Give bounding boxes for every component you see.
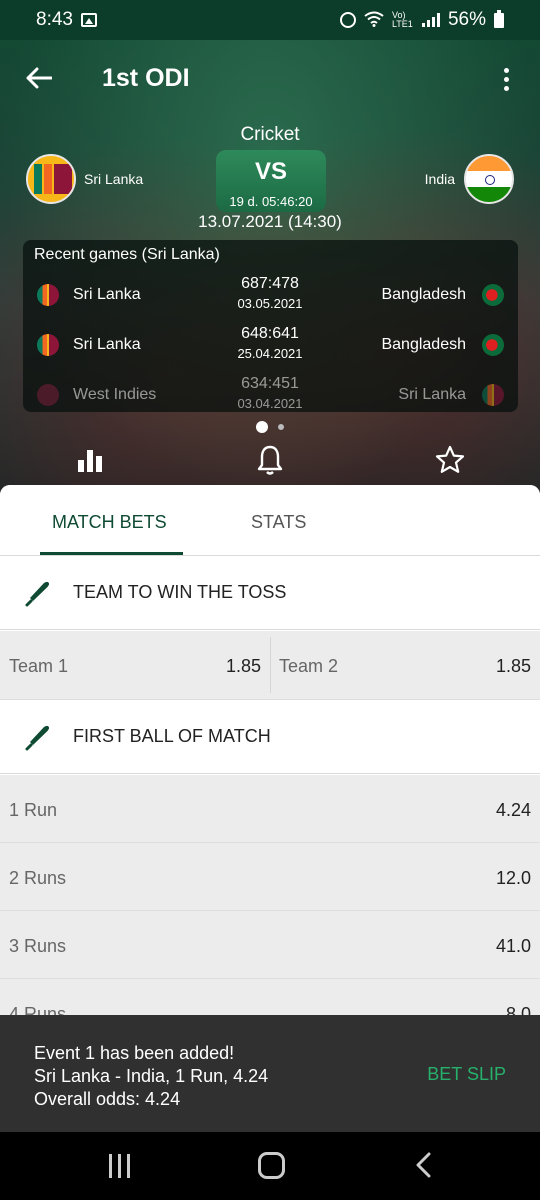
odds-row: Team 1 1.85 Team 2 1.85 <box>0 631 540 700</box>
snackbar-message: Event 1 has been added! Sri Lanka - Indi… <box>34 1042 268 1111</box>
recent-games-card[interactable]: Recent games (Sri Lanka) Sri Lanka 687:4… <box>23 240 518 412</box>
battery-percent: 56% <box>447 9 486 30</box>
india-flag-icon <box>464 154 514 204</box>
bet-added-snackbar: Event 1 has been added! Sri Lanka - Indi… <box>0 1015 540 1132</box>
recent-date: 03.04.2021 <box>237 396 303 411</box>
sri-lanka-flag-icon <box>482 384 504 406</box>
outcome-odds: 4.24 <box>495 800 531 820</box>
away-team-name: India <box>424 171 455 187</box>
sport-label: Cricket <box>240 124 300 145</box>
snackbar-line-3: Overall odds: 4.24 <box>34 1089 181 1109</box>
outcome-odds: 1.85 <box>495 656 531 676</box>
status-time: 8:43 <box>36 9 73 30</box>
active-tab-indicator <box>40 552 183 555</box>
recent-score: 634:451 <box>241 375 299 392</box>
teams-row: Sri Lanka VS 19 d. 05:46:20 India <box>0 150 540 212</box>
tab-stats[interactable]: STATS <box>251 512 306 533</box>
back-button[interactable] <box>22 58 56 98</box>
west-indies-flag-icon <box>37 384 59 406</box>
battery-icon <box>494 9 504 28</box>
snackbar-line-1: Event 1 has been added! <box>34 1043 235 1063</box>
home-team-name: Sri Lanka <box>84 171 144 187</box>
app-bar: 1st ODI <box>0 40 540 116</box>
tab-bar: MATCH BETS STATS <box>0 485 540 556</box>
match-header: 8:43 Vo) LTE1 56% 1st ODI Cricket Sri La… <box>0 0 540 500</box>
sri-lanka-flag-icon <box>37 334 59 356</box>
recent-games-title: Recent games (Sri Lanka) <box>34 246 220 263</box>
recent-away-team: Sri Lanka <box>398 386 466 403</box>
outcome-label: 1 Run <box>9 800 58 820</box>
outcome-2-runs[interactable]: 2 Runs 12.0 <box>0 843 540 911</box>
match-datetime: 13.07.2021 (14:30) <box>198 212 342 231</box>
bangladesh-flag-icon <box>482 284 504 306</box>
tab-match-bets[interactable]: MATCH BETS <box>52 512 167 533</box>
recent-apps-button[interactable] <box>109 1154 133 1178</box>
recent-score: 648:641 <box>241 325 299 342</box>
recent-away-team: Bangladesh <box>381 336 466 353</box>
recent-home-team: West Indies <box>73 386 157 403</box>
pager-dot-active <box>256 421 268 433</box>
wifi-icon <box>364 11 384 30</box>
back-nav-icon[interactable] <box>414 1152 434 1178</box>
recent-score: 687:478 <box>241 275 299 292</box>
bet-slip-button[interactable]: BET SLIP <box>427 1064 506 1085</box>
outcome-1-run[interactable]: 1 Run 4.24 <box>0 775 540 843</box>
recent-game-row: West Indies 634:451 03.04.2021 Sri Lanka <box>23 370 518 412</box>
outcome-odds: 12.0 <box>495 868 531 888</box>
recent-away-team: Bangladesh <box>381 286 466 303</box>
market-title: TEAM TO WIN THE TOSS <box>73 582 287 602</box>
recent-game-row: Sri Lanka 687:478 03.05.2021 Bangladesh <box>23 270 518 320</box>
header-actions <box>0 440 540 480</box>
cricket-bat-icon <box>25 581 50 607</box>
more-vert-icon <box>503 67 509 73</box>
arrow-back-icon <box>26 67 52 89</box>
outcome-team-1[interactable]: Team 1 1.85 <box>0 631 270 699</box>
signal-icon <box>421 13 440 27</box>
bell-icon[interactable] <box>256 444 284 476</box>
status-bar: 8:43 Vo) LTE1 56% <box>0 0 540 40</box>
star-outline-icon[interactable] <box>434 444 466 476</box>
outcome-3-runs[interactable]: 3 Runs 41.0 <box>0 911 540 979</box>
vs-label: VS <box>254 158 287 185</box>
snackbar-line-2: Sri Lanka - India, 1 Run, 4.24 <box>34 1066 269 1086</box>
sri-lanka-flag-icon <box>26 154 76 204</box>
bangladesh-flag-icon <box>482 334 504 356</box>
outcome-label: Team 2 <box>279 656 339 676</box>
recent-home-team: Sri Lanka <box>73 286 141 303</box>
image-notification-icon <box>80 13 97 27</box>
cricket-bat-icon <box>25 725 50 751</box>
home-button[interactable] <box>258 1152 285 1179</box>
recent-date: 25.04.2021 <box>237 346 303 361</box>
pager-dots <box>0 421 540 433</box>
pager-dot <box>278 424 284 430</box>
outcome-team-2[interactable]: Team 2 1.85 <box>271 631 540 699</box>
vs-badge: VS 19 d. 05:46:20 <box>216 150 326 212</box>
market-title: FIRST BALL OF MATCH <box>73 726 271 746</box>
outcome-odds: 1.85 <box>225 656 261 676</box>
recent-game-row: Sri Lanka 648:641 25.04.2021 Bangladesh <box>23 320 518 370</box>
recent-date: 03.05.2021 <box>237 296 303 311</box>
outcome-label: Team 1 <box>9 656 69 676</box>
market-header[interactable]: FIRST BALL OF MATCH <box>0 700 540 774</box>
system-navigation-bar <box>0 1132 540 1200</box>
market-header[interactable]: TEAM TO WIN THE TOSS <box>0 556 540 630</box>
bar-chart-icon[interactable] <box>78 448 104 472</box>
page-title: 1st ODI <box>102 64 190 92</box>
outcome-label: 2 Runs <box>9 868 67 888</box>
network-type: Vo) LTE1 <box>391 10 413 29</box>
more-options-button[interactable] <box>494 62 518 96</box>
alarm-icon <box>339 12 356 28</box>
sri-lanka-flag-icon <box>37 284 59 306</box>
countdown-timer: 19 d. 05:46:20 <box>229 194 313 209</box>
outcome-odds: 41.0 <box>495 936 531 956</box>
recent-home-team: Sri Lanka <box>73 336 141 353</box>
outcome-label: 3 Runs <box>9 936 67 956</box>
